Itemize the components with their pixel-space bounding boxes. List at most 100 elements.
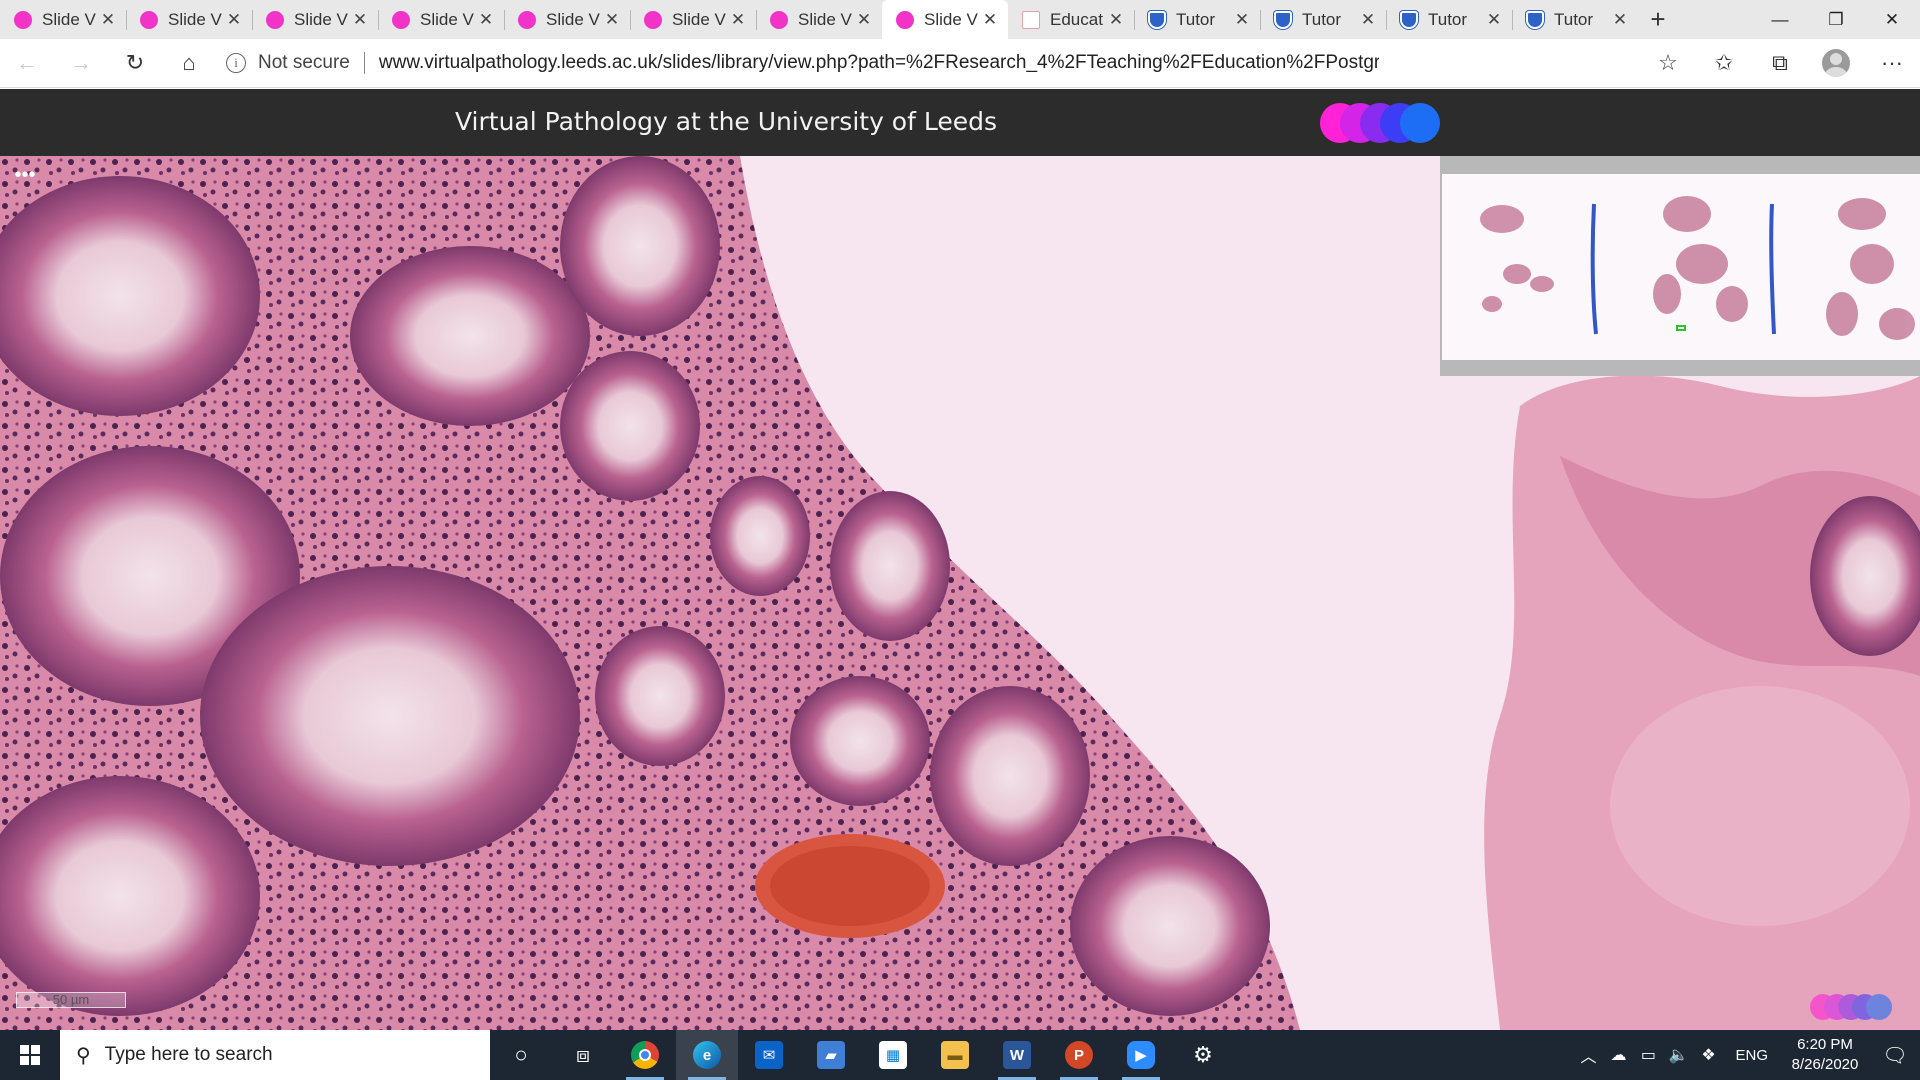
tab-close-icon[interactable]: ✕ bbox=[854, 10, 874, 30]
browser-tab[interactable]: Slide V ✕ bbox=[882, 0, 1008, 39]
slide-favicon-icon bbox=[644, 10, 662, 29]
restore-button[interactable]: ❐ bbox=[1808, 0, 1864, 39]
tab-list: Slide V ✕ Slide V ✕ Slide V ✕ Slide V ✕ Slide V ✕… bbox=[0, 0, 1638, 39]
browser-tab[interactable]: Tutor ✕ bbox=[1386, 0, 1512, 39]
window-controls: — ❐ ✕ bbox=[1752, 0, 1920, 39]
browser-tab[interactable]: Tutor ✕ bbox=[1260, 0, 1386, 39]
collections-icon[interactable]: ⧉ bbox=[1752, 39, 1808, 88]
address-separator bbox=[363, 52, 365, 74]
tab-title: Educat bbox=[1050, 9, 1103, 29]
zoom-icon[interactable]: ▶ bbox=[1110, 1030, 1172, 1080]
tab-title: Tutor bbox=[1176, 9, 1216, 29]
slide-favicon-icon bbox=[140, 10, 158, 29]
tab-close-icon[interactable]: ✕ bbox=[1232, 10, 1252, 30]
refresh-button[interactable]: ↻ bbox=[108, 39, 162, 88]
favorites-icon[interactable]: ✩ bbox=[1696, 39, 1752, 88]
scale-bar: 50 µm bbox=[16, 992, 126, 1008]
volume-icon[interactable]: 🔈 bbox=[1663, 1045, 1693, 1065]
browser-tab[interactable]: Slide V ✕ bbox=[504, 0, 630, 39]
file-explorer-icon[interactable]: ▬ bbox=[924, 1030, 986, 1080]
tutor-favicon-icon bbox=[1148, 10, 1166, 29]
store-icon[interactable]: ▦ bbox=[862, 1030, 924, 1080]
tab-close-icon[interactable]: ✕ bbox=[98, 10, 118, 30]
mail-icon[interactable]: ✉ bbox=[738, 1030, 800, 1080]
slide-favicon-icon bbox=[392, 10, 410, 29]
network-icon[interactable]: ▭ bbox=[1633, 1045, 1663, 1065]
browser-tab[interactable]: Slide V ✕ bbox=[756, 0, 882, 39]
close-window-button[interactable]: ✕ bbox=[1864, 0, 1920, 39]
url-text[interactable]: www.virtualpathology.leeds.ac.uk/slides/… bbox=[379, 52, 1379, 74]
slide-thumbnail[interactable] bbox=[1442, 174, 1920, 360]
dropbox-icon[interactable]: ❖ bbox=[1693, 1045, 1723, 1065]
tab-close-icon[interactable]: ✕ bbox=[350, 10, 370, 30]
language-indicator[interactable]: ENG bbox=[1723, 1047, 1780, 1064]
forward-button[interactable]: → bbox=[54, 39, 108, 88]
tab-close-icon[interactable]: ✕ bbox=[1610, 10, 1630, 30]
tutor-favicon-icon bbox=[1400, 10, 1418, 29]
slide-favicon-icon bbox=[896, 10, 914, 29]
info-icon[interactable]: i bbox=[226, 53, 246, 73]
minimize-button[interactable]: — bbox=[1752, 0, 1808, 39]
word-icon[interactable]: W bbox=[986, 1030, 1048, 1080]
browser-tab[interactable]: Slide V ✕ bbox=[252, 0, 378, 39]
logo-circle bbox=[1866, 994, 1892, 1020]
task-view-icon[interactable]: ⧈ bbox=[552, 1030, 614, 1080]
tab-close-icon[interactable]: ✕ bbox=[1484, 10, 1504, 30]
powerpoint-icon[interactable]: P bbox=[1048, 1030, 1110, 1080]
browser-tab[interactable]: Slide V ✕ bbox=[630, 0, 756, 39]
browser-tab[interactable]: Slide V ✕ bbox=[0, 0, 126, 39]
back-button[interactable]: ← bbox=[0, 39, 54, 88]
search-placeholder: Type here to search bbox=[104, 1044, 273, 1065]
cortana-icon[interactable]: ○ bbox=[490, 1030, 552, 1080]
onedrive-icon[interactable]: ☁ bbox=[1603, 1045, 1633, 1065]
slide-favicon-icon bbox=[266, 10, 284, 29]
remote-app-icon[interactable]: ▰ bbox=[800, 1030, 862, 1080]
start-button[interactable] bbox=[0, 1030, 60, 1080]
system-tray: ︿ ☁ ▭ 🔈 ❖ ENG 6:20 PM 8/26/2020 🗨 bbox=[1573, 1030, 1920, 1080]
settings-gear-icon[interactable]: ⚙ bbox=[1172, 1030, 1234, 1080]
browser-tab[interactable]: Slide V ✕ bbox=[378, 0, 504, 39]
more-menu-icon[interactable]: ··· bbox=[1864, 39, 1920, 88]
slide-favicon-icon bbox=[518, 10, 536, 29]
tab-close-icon[interactable]: ✕ bbox=[476, 10, 496, 30]
browser-tab[interactable]: Tutor ✕ bbox=[1134, 0, 1260, 39]
taskbar: ⚲ Type here to search ○ ⧈ e ✉ ▰ ▦ ▬ W P … bbox=[0, 1030, 1920, 1080]
browser-tab[interactable]: Tutor ✕ bbox=[1512, 0, 1638, 39]
windows-logo-icon bbox=[20, 1045, 40, 1065]
new-tab-button[interactable]: + bbox=[1638, 0, 1678, 39]
tab-title: Slide V bbox=[672, 9, 726, 29]
education-favicon-icon bbox=[1022, 10, 1040, 29]
tab-close-icon[interactable]: ✕ bbox=[602, 10, 622, 30]
favorite-star-icon[interactable]: ☆ bbox=[1640, 39, 1696, 88]
avatar bbox=[1822, 49, 1850, 77]
browser-tab[interactable]: Slide V ✕ bbox=[126, 0, 252, 39]
viewer-menu-icon[interactable]: ••• bbox=[12, 165, 38, 196]
viewport-indicator[interactable] bbox=[1676, 325, 1686, 331]
home-button[interactable]: ⌂ bbox=[162, 39, 216, 88]
chrome-icon[interactable] bbox=[614, 1030, 676, 1080]
tab-close-icon[interactable]: ✕ bbox=[980, 10, 1000, 30]
tab-close-icon[interactable]: ✕ bbox=[728, 10, 748, 30]
address-bar[interactable]: i Not secure www.virtualpathology.leeds.… bbox=[226, 45, 1640, 81]
slide-overview-panel[interactable] bbox=[1440, 156, 1920, 376]
show-hidden-icons-icon[interactable]: ︿ bbox=[1573, 1043, 1603, 1067]
clock[interactable]: 6:20 PM 8/26/2020 bbox=[1780, 1035, 1870, 1075]
tab-title: Slide V bbox=[546, 9, 600, 29]
tab-close-icon[interactable]: ✕ bbox=[224, 10, 244, 30]
leeds-logo[interactable] bbox=[1320, 103, 1460, 143]
edge-icon[interactable]: e bbox=[676, 1030, 738, 1080]
security-label[interactable]: Not secure bbox=[258, 52, 350, 74]
thumbnail-image bbox=[1480, 196, 1915, 340]
browser-tab[interactable]: Educat ✕ bbox=[1008, 0, 1134, 39]
tab-close-icon[interactable]: ✕ bbox=[1358, 10, 1378, 30]
taskbar-search[interactable]: ⚲ Type here to search bbox=[60, 1030, 490, 1080]
tab-title: Slide V bbox=[294, 9, 348, 29]
slide-viewer[interactable]: ••• 50 µm bbox=[0, 156, 1920, 1030]
tab-title: Tutor bbox=[1302, 9, 1342, 29]
tab-title: Tutor bbox=[1428, 9, 1468, 29]
clock-date: 8/26/2020 bbox=[1791, 1056, 1859, 1073]
notification-center-icon[interactable]: 🗨 bbox=[1870, 1043, 1920, 1068]
tab-title: Tutor bbox=[1554, 9, 1594, 29]
profile-button[interactable] bbox=[1808, 39, 1864, 88]
tab-close-icon[interactable]: ✕ bbox=[1106, 10, 1126, 30]
